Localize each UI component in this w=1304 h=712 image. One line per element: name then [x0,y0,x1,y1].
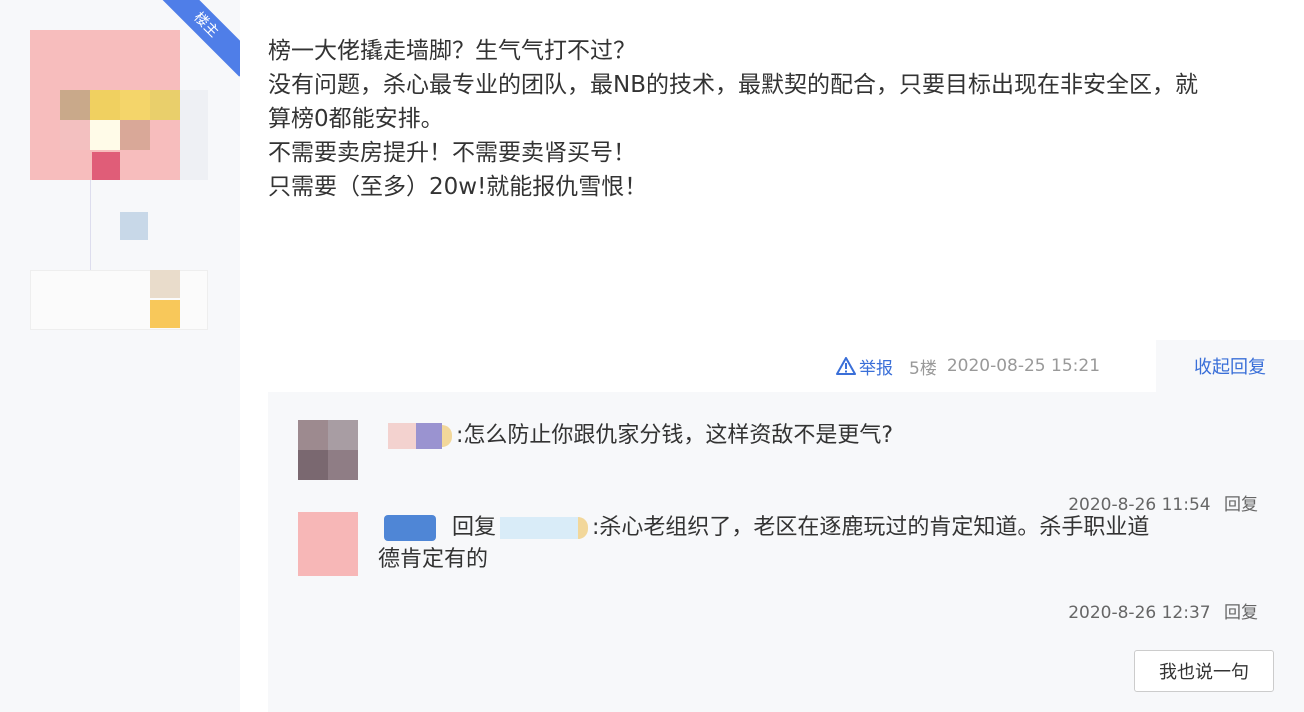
post-content: 榜一大佬撬走墙脚？生气气打不过？ 没有问题，杀心最专业的团队，最NB的技术，最默… [268,34,1298,204]
reply-text: :杀心老组织了，老区在逐鹿玩过的肯定知道。杀手职业道 [592,515,1150,540]
report-label: 举报 [859,358,893,379]
post-line: 不需要卖房提升！不需要卖肾买号！ [268,140,636,166]
reply-prefix: 回复 [452,515,497,540]
report-link[interactable]: 举报 [836,354,893,379]
post-line: 算榜0都能安排。 [268,106,444,132]
post-line: 榜一大佬撬走墙脚？生气气打不过？ [268,38,636,64]
reply-avatar[interactable] [298,420,358,480]
reply-target-username[interactable] [496,515,592,541]
post-time: 2020-08-25 15:21 [946,356,1101,376]
post-line: 只需要（至多）20w!就能报仇雪恨！ [268,174,648,200]
reply-time: 2020-8-26 12:37 [1068,603,1211,623]
reply-username[interactable] [378,423,456,449]
reply-text: :怎么防止你跟仇家分钱，这样资敌不是更气? [456,423,894,448]
reply-avatar[interactable] [298,512,358,576]
reply-content: :怎么防止你跟仇家分钱，这样资敌不是更气? [378,420,1284,452]
warning-icon [836,357,856,375]
reply-panel: :怎么防止你跟仇家分钱，这样资敌不是更气? 2020-8-26 11:54 回复… [268,392,1304,712]
post-line: 没有问题，杀心最专业的团队，最NB的技术，最默契的配合，只要目标出现在非安全区，… [268,72,1198,98]
reply-meta: 2020-8-26 12:37 回复 [1068,598,1258,623]
reply-text-continued: 德肯定有的 [378,547,489,572]
reply-content: 回复 :杀心老组织了，老区在逐鹿玩过的肯定知道。杀手职业道 德肯定有的 [378,512,1284,576]
reply-button[interactable]: 回复 [1224,603,1258,623]
op-badge-corner: 楼主 [160,0,240,80]
op-badge: 楼主 [160,0,240,77]
author-sidebar: 楼主 [0,0,240,712]
post-meta: 举报 5楼 2020-08-25 15:21 [836,350,1100,382]
floor-number: 5楼 [909,358,937,379]
collapse-replies-button[interactable]: 收起回复 [1156,340,1304,392]
add-comment-button[interactable]: 我也说一句 [1134,650,1274,692]
reply-username[interactable] [378,515,452,541]
